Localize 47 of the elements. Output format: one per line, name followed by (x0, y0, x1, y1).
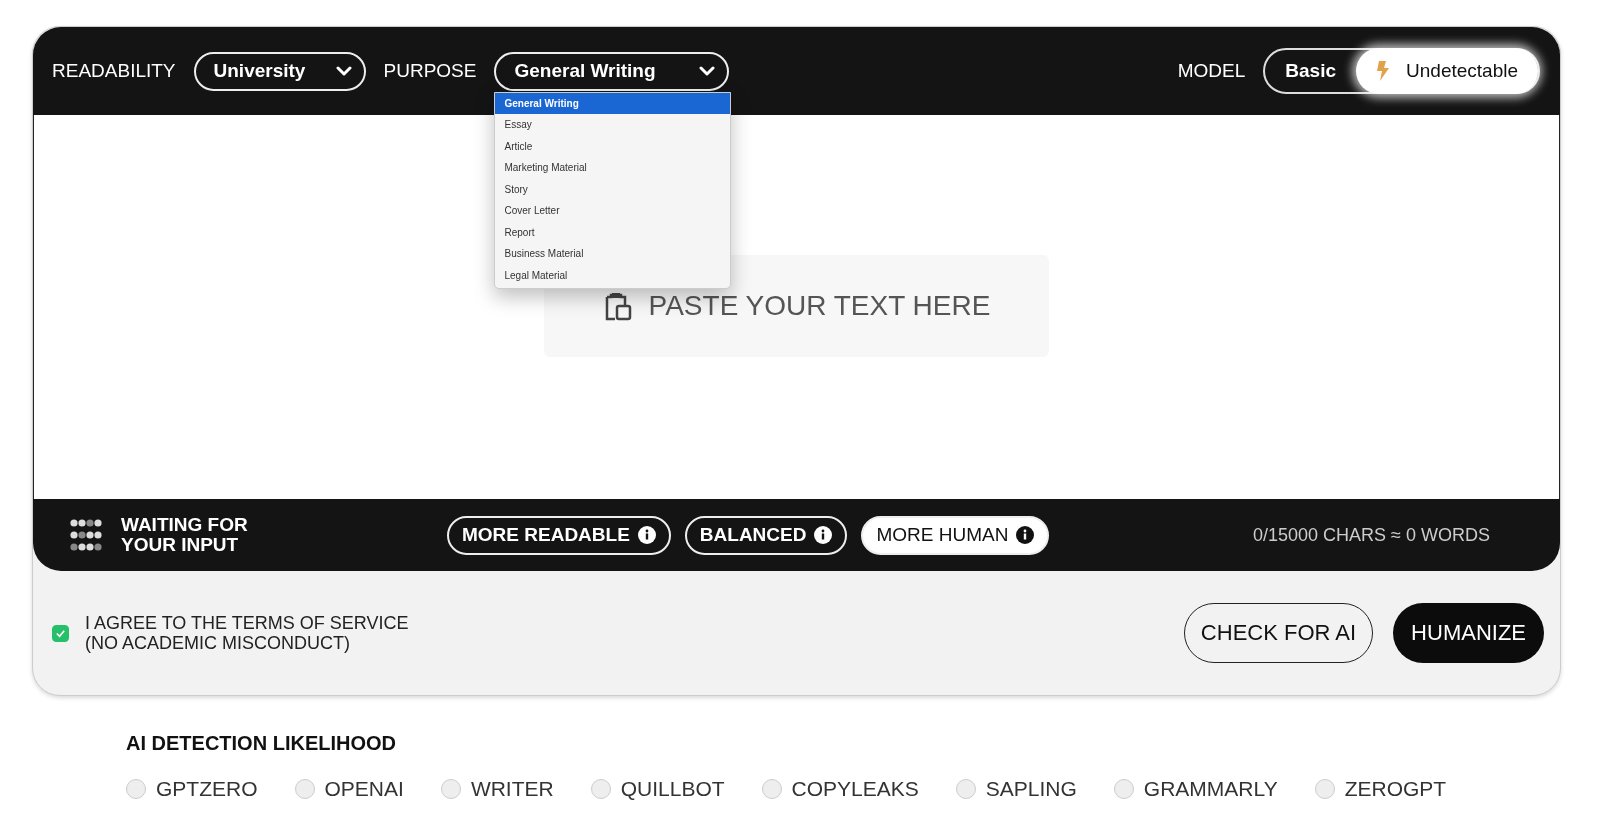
radio-button[interactable] (440, 779, 461, 799)
humanize-button[interactable]: HUMANIZE (1393, 603, 1544, 663)
mode-button[interactable]: MORE HUMAN (861, 515, 1050, 555)
model-option[interactable]: Undetectable (1356, 48, 1538, 94)
detector-label: WRITER (470, 777, 554, 801)
lightning-icon (1376, 61, 1391, 81)
detector-label: ZEROGPT (1344, 777, 1447, 801)
detector-label: QUILLBOT (620, 777, 725, 801)
agree-checkbox[interactable] (52, 624, 69, 642)
radio-button[interactable] (1113, 779, 1134, 799)
radio-button[interactable] (590, 779, 611, 799)
agreement-text: I AGREE TO THE TERMS OF SERVICE (NO ACADEMIC MISCONDUCT) (85, 613, 409, 653)
chevron-icon (335, 66, 352, 76)
dropdown-option[interactable]: Story (495, 178, 731, 200)
detector-label: COPYLEAKS (791, 777, 919, 801)
info-icon (814, 526, 833, 544)
dropdown-option[interactable]: Essay (495, 114, 731, 136)
mode-button[interactable]: BALANCED (684, 515, 848, 555)
detector-label: SAPLING (985, 777, 1077, 801)
dots-icon (69, 518, 103, 552)
dropdown-option[interactable]: Marketing Material (495, 157, 731, 179)
readability-select[interactable]: University (193, 51, 366, 91)
character-counter: 0/15000 CHARS ≈ 0 WORDS (1253, 524, 1490, 546)
detection-title: AI DETECTION LIKELIHOOD (126, 732, 397, 755)
model-label: MODEL (1177, 60, 1246, 82)
radio-button[interactable] (761, 779, 782, 799)
radio-button[interactable] (294, 779, 315, 799)
mode-button[interactable]: MORE READABLE (447, 515, 671, 555)
radio-button[interactable] (126, 779, 146, 799)
checkmark-icon (55, 627, 66, 639)
dropdown-option[interactable]: General Writing (495, 92, 731, 114)
info-icon (1016, 526, 1035, 544)
radio-button[interactable] (955, 779, 976, 799)
detector-label: GRAMMARLY (1143, 777, 1278, 801)
chevron-icon (699, 66, 716, 76)
status-text: WAITING FOR YOUR INPUT (121, 515, 249, 555)
purpose-label: PURPOSE (383, 60, 477, 82)
readability-label: READABILITY (52, 60, 176, 82)
detector-label: OPENAI (324, 777, 404, 801)
dropdown-option[interactable]: Report (495, 221, 731, 243)
info-icon (637, 526, 656, 544)
purpose-select[interactable]: General Writing (494, 51, 730, 91)
detector-label: GPTZERO (156, 777, 258, 801)
dropdown-option[interactable]: Article (495, 135, 731, 157)
radio-button[interactable] (1314, 779, 1335, 799)
model-option[interactable]: Basic (1265, 48, 1357, 94)
dropdown-option[interactable]: Cover Letter (495, 200, 731, 222)
